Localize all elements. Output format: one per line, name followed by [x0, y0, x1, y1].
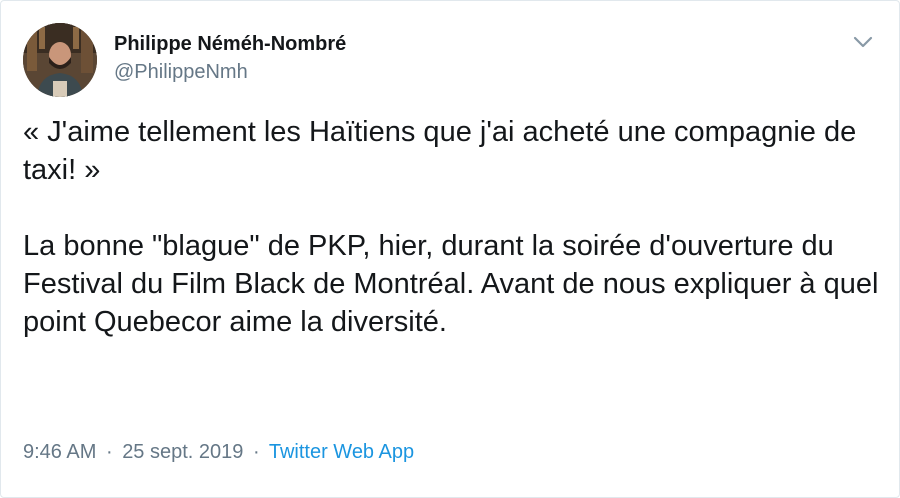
avatar[interactable]	[23, 23, 97, 97]
tweet-menu-button[interactable]	[849, 31, 877, 53]
meta-separator: ·	[252, 441, 260, 463]
chevron-down-icon	[853, 36, 873, 48]
tweet-time[interactable]: 9:46 AM	[23, 441, 96, 463]
tweet-source-link[interactable]: Twitter Web App	[269, 441, 414, 463]
author-display-name[interactable]: Philippe Néméh-Nombré	[114, 33, 346, 56]
tweet-comment-paragraph: La bonne "blague" de PKP, hier, durant l…	[23, 230, 879, 338]
meta-separator: ·	[105, 441, 113, 463]
author-handle[interactable]: @PhilippeNmh	[114, 61, 248, 84]
tweet-metadata: 9:46 AM · 25 sept. 2019 · Twitter Web Ap…	[23, 441, 414, 464]
tweet-body: « J'aime tellement les Haïtiens que j'ai…	[23, 113, 883, 341]
tweet-card: Philippe Néméh-Nombré @PhilippeNmh « J'a…	[0, 0, 900, 498]
tweet-date[interactable]: 25 sept. 2019	[122, 441, 243, 463]
avatar-photo-icon	[23, 23, 97, 97]
tweet-quote-paragraph: « J'aime tellement les Haïtiens que j'ai…	[23, 116, 857, 186]
